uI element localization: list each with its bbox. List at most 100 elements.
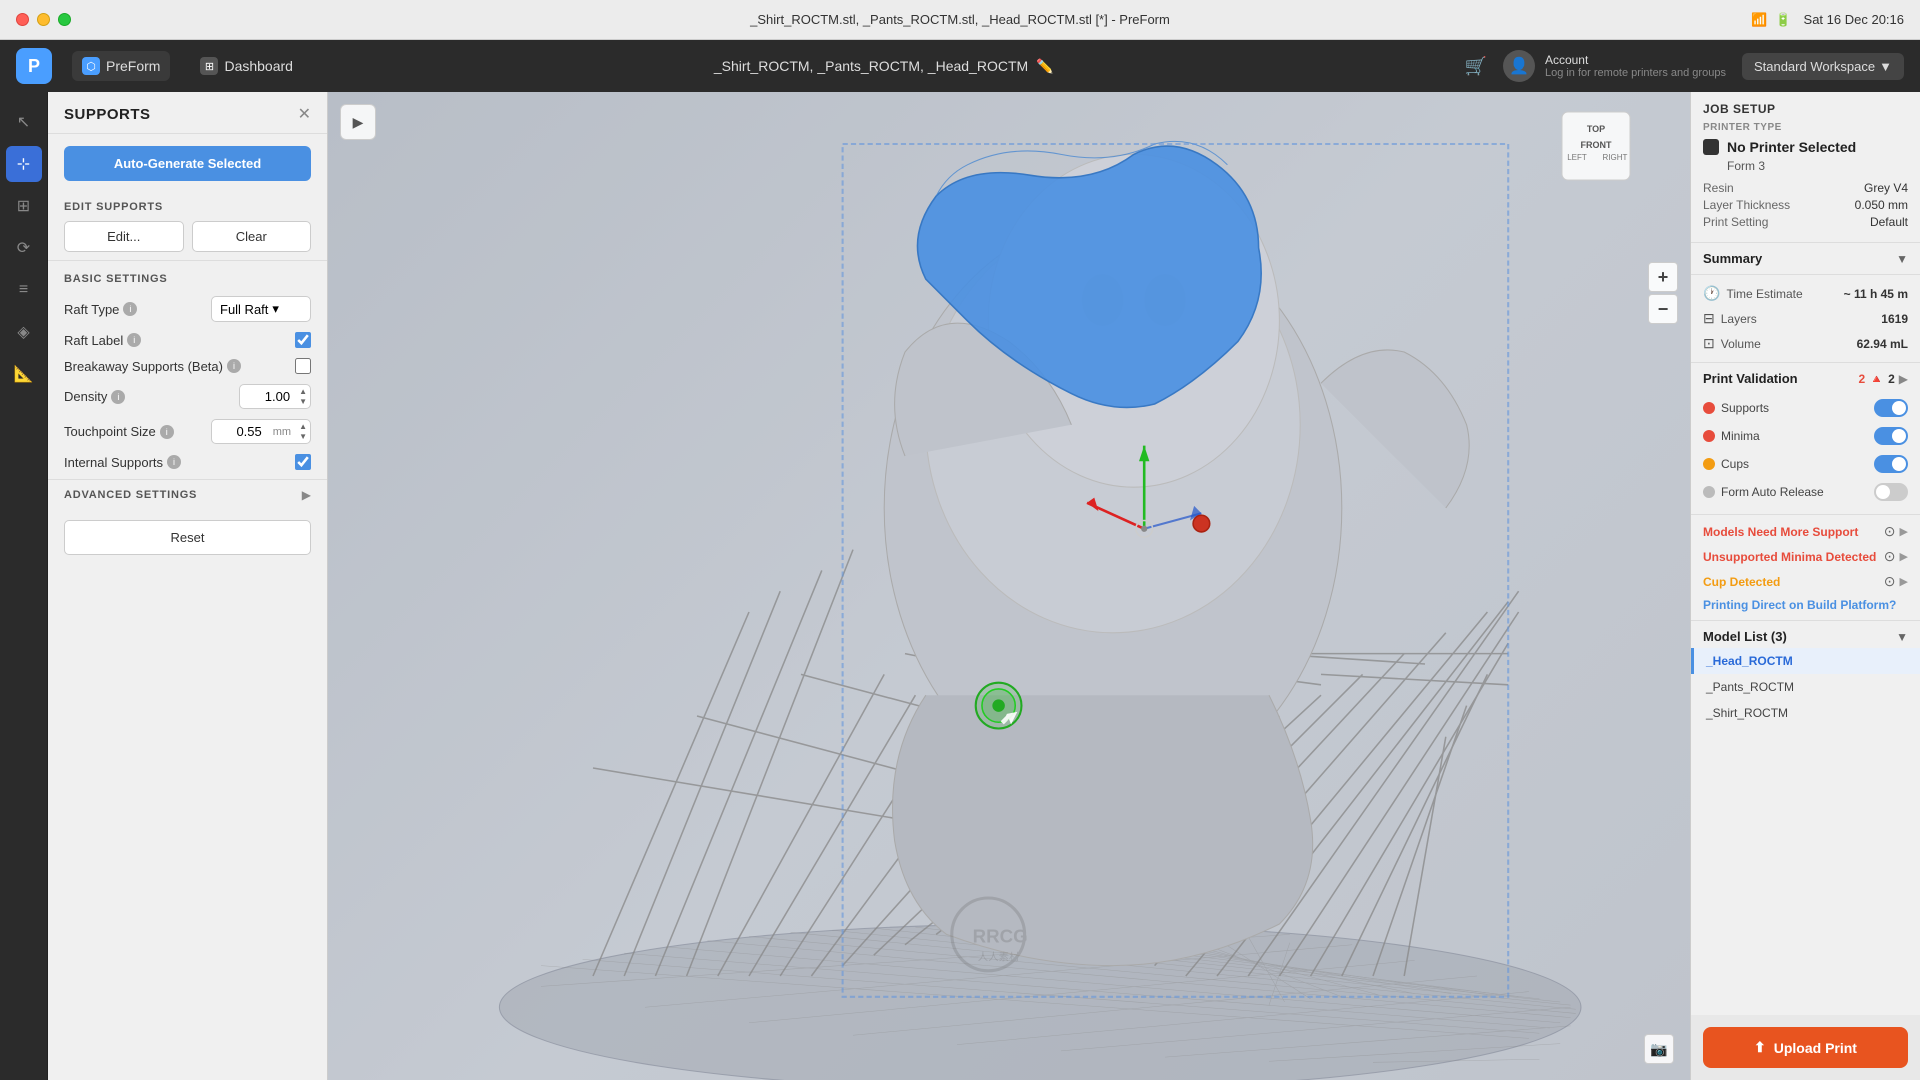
mac-status-icons: 📶 🔋: [1751, 12, 1791, 28]
edit-title-icon[interactable]: ✏️: [1036, 58, 1053, 75]
supports-toggle[interactable]: [1874, 399, 1908, 417]
warning-cup[interactable]: Cup Detected ⊙ ▶: [1703, 569, 1908, 594]
cups-toggle[interactable]: [1874, 455, 1908, 473]
density-input[interactable]: 1.00: [240, 385, 296, 408]
toolbar-center: _Shirt_ROCTM, _Pants_ROCTM, _Head_ROCTM …: [323, 58, 1445, 75]
dashboard-nav-btn[interactable]: ⊞ Dashboard: [190, 51, 303, 81]
warning-more-support[interactable]: Models Need More Support ⊙ ▶: [1703, 519, 1908, 544]
rail-grid-icon[interactable]: ⊞: [6, 188, 42, 224]
touchpoint-info-icon[interactable]: i: [160, 425, 174, 439]
close-button[interactable]: [16, 13, 29, 26]
warning-direct-build[interactable]: Printing Direct on Build Platform?: [1703, 594, 1908, 616]
density-down-button[interactable]: ▼: [296, 397, 310, 407]
warning-minima-icons: ⊙ ▶: [1884, 548, 1908, 565]
validation-header: Print Validation 2 🔺 2 ▶: [1703, 371, 1908, 386]
auto-generate-button[interactable]: Auto-Generate Selected: [64, 146, 311, 181]
raft-label-info-icon[interactable]: i: [127, 333, 141, 347]
touchpoint-up-button[interactable]: ▲: [296, 422, 310, 432]
minimize-button[interactable]: [37, 13, 50, 26]
panel-header: SUPPORTS ✕: [48, 92, 327, 134]
internal-supports-info-icon[interactable]: i: [167, 455, 181, 469]
validation-title: Print Validation: [1703, 371, 1798, 386]
warnings-section: Models Need More Support ⊙ ▶ Unsupported…: [1691, 515, 1920, 621]
model-item-shirt[interactable]: _Shirt_ROCTM: [1691, 700, 1920, 726]
rail-measure-icon[interactable]: 📐: [6, 356, 42, 392]
rail-settings-icon[interactable]: ⟳: [6, 230, 42, 266]
advanced-settings-chevron-icon: ▶: [302, 488, 311, 502]
touchpoint-label: Touchpoint Size i: [64, 424, 174, 439]
advanced-settings-row[interactable]: ADVANCED SETTINGS ▶: [48, 479, 327, 510]
raft-type-info-icon[interactable]: i: [123, 302, 137, 316]
cup-target-icon[interactable]: ⊙: [1884, 573, 1896, 590]
form-auto-release-toggle[interactable]: [1874, 483, 1908, 501]
printer-color-dot: [1703, 139, 1719, 155]
workspace-button[interactable]: Standard Workspace ▼: [1742, 53, 1904, 80]
wifi-icon: 📶: [1751, 12, 1767, 28]
cart-icon[interactable]: 🛒: [1465, 56, 1487, 77]
rail-layers-icon[interactable]: ≡: [6, 272, 42, 308]
error-count: 2: [1858, 372, 1865, 386]
validation-expand-icon[interactable]: ▶: [1899, 372, 1908, 386]
edit-button[interactable]: Edit...: [64, 221, 184, 252]
minima-dot: [1703, 430, 1715, 442]
density-up-button[interactable]: ▲: [296, 387, 310, 397]
touchpoint-input[interactable]: 0.55: [212, 420, 268, 443]
viewport-svg: RRCG 人人素材: [328, 92, 1690, 1080]
raft-label-label: Raft Label i: [64, 333, 141, 348]
density-info-icon[interactable]: i: [111, 390, 125, 404]
preform-label: PreForm: [106, 58, 160, 74]
raft-label-checkbox[interactable]: [295, 332, 311, 348]
panel-close-icon[interactable]: ✕: [298, 107, 311, 123]
volume-row: ⊡ Volume 62.94 mL: [1703, 331, 1908, 356]
model-item-head[interactable]: _Head_ROCTM: [1691, 648, 1920, 674]
viewport[interactable]: RRCG 人人素材 TOP FRONT LEFT RIGHT ▶ + − 📷: [328, 92, 1690, 1080]
raft-type-select[interactable]: Full Raft ▾: [211, 296, 311, 322]
model-list-header[interactable]: Model List (3) ▼: [1691, 621, 1920, 648]
expand-panel-button[interactable]: ▶: [340, 104, 376, 140]
internal-supports-checkbox[interactable]: [295, 454, 311, 470]
zoom-out-button[interactable]: −: [1648, 294, 1678, 324]
minima-toggle[interactable]: [1874, 427, 1908, 445]
breakaway-info-icon[interactable]: i: [227, 359, 241, 373]
warning-more-support-icons: ⊙ ▶: [1884, 523, 1908, 540]
summary-header[interactable]: Summary ▼: [1691, 243, 1920, 275]
density-steppers: ▲ ▼: [296, 387, 310, 407]
form-auto-release-label: Form Auto Release: [1721, 485, 1874, 499]
rail-objects-icon[interactable]: ◈: [6, 314, 42, 350]
preform-icon: ⬡: [82, 57, 100, 75]
minima-target-icon[interactable]: ⊙: [1884, 548, 1896, 565]
resin-value: Grey V4: [1864, 181, 1908, 195]
account-name: Account: [1545, 53, 1726, 67]
dashboard-label: Dashboard: [224, 58, 293, 74]
maximize-button[interactable]: [58, 13, 71, 26]
breakaway-label: Breakaway Supports (Beta) i: [64, 359, 241, 374]
reset-button[interactable]: Reset: [64, 520, 311, 555]
zoom-in-button[interactable]: +: [1648, 262, 1678, 292]
rail-supports-icon[interactable]: ⊹: [6, 146, 42, 182]
svg-text:人人素材: 人人素材: [978, 950, 1020, 963]
viewport-bottom-icons: 📷: [1644, 1034, 1674, 1064]
touchpoint-down-button[interactable]: ▼: [296, 432, 310, 442]
preform-nav-btn[interactable]: ⬡ PreForm: [72, 51, 170, 81]
printer-name-row: No Printer Selected: [1703, 139, 1908, 155]
raft-type-label: Raft Type i: [64, 302, 137, 317]
app-toolbar: P ⬡ PreForm ⊞ Dashboard _Shirt_ROCTM, _P…: [0, 40, 1920, 92]
model-item-pants[interactable]: _Pants_ROCTM: [1691, 674, 1920, 700]
cup-chevron-icon: ▶: [1900, 575, 1908, 588]
navigation-cube[interactable]: TOP FRONT LEFT RIGHT: [1552, 102, 1640, 190]
breakaway-checkbox[interactable]: [295, 358, 311, 374]
warning-unsupported-minima[interactable]: Unsupported Minima Detected ⊙ ▶: [1703, 544, 1908, 569]
print-setting-value: Default: [1870, 215, 1908, 229]
warning-chevron-icon: ▶: [1900, 525, 1908, 538]
clear-button[interactable]: Clear: [192, 221, 312, 252]
zoom-controls: + −: [1648, 262, 1678, 324]
account-info: Account Log in for remote printers and g…: [1545, 53, 1726, 79]
orbit-indicator[interactable]: [976, 683, 1022, 729]
screenshot-icon[interactable]: 📷: [1644, 1034, 1674, 1064]
upload-print-button[interactable]: ⬆ Upload Print: [1703, 1027, 1908, 1068]
print-validation-section: Print Validation 2 🔺 2 ▶ Supports Minima: [1691, 363, 1920, 515]
minima-validation-row: Minima: [1703, 422, 1908, 450]
rail-cursor-icon[interactable]: ↖: [6, 104, 42, 140]
target-icon[interactable]: ⊙: [1884, 523, 1896, 540]
battery-icon: 🔋: [1775, 12, 1791, 28]
